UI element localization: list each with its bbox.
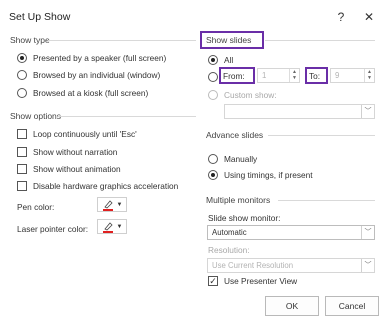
radio-all-slides[interactable]: All [208, 55, 233, 65]
checkbox-indicator[interactable] [17, 181, 27, 191]
chevron-down-icon: ▼ [116, 223, 123, 230]
pen-icon [102, 199, 113, 211]
radio-label: Browsed at a kiosk (full screen) [33, 88, 149, 98]
from-label: From: [223, 71, 245, 81]
from-label-wrap: From: [223, 71, 245, 81]
close-button[interactable]: ✕ [360, 8, 378, 26]
ok-button[interactable]: OK [265, 296, 319, 316]
radio-label: All [224, 55, 234, 65]
show-type-divider [48, 40, 196, 41]
radio-custom-show[interactable]: Custom show: [208, 90, 277, 100]
advance-slides-title: Advance slides [206, 130, 264, 140]
spinner-icon[interactable]: ▲ ▼ [289, 69, 299, 82]
spinner-icon[interactable]: ▲ ▼ [364, 69, 374, 82]
multiple-monitors-title: Multiple monitors [206, 195, 271, 205]
to-label-wrap: To: [309, 71, 320, 81]
pen-color-row: Pen color: [17, 202, 54, 212]
chevron-down-icon: ﹀ [361, 259, 374, 272]
slide-show-monitor-dropdown[interactable]: Automatic ﹀ [207, 225, 375, 240]
checkbox-disable-hw-acceleration[interactable]: Disable hardware graphics acceleration [17, 181, 178, 191]
checkbox-label: Disable hardware graphics acceleration [33, 181, 179, 191]
resolution-dropdown[interactable]: Use Current Resolution ﹀ [207, 258, 375, 273]
checkbox-indicator[interactable] [17, 147, 27, 157]
slide-show-monitor-row: Slide show monitor: [208, 213, 280, 223]
radio-presented-by-speaker[interactable]: Presented by a speaker (full screen) [17, 53, 166, 63]
to-label: To: [309, 71, 321, 81]
laser-color-row: Laser pointer color: [17, 224, 88, 234]
radio-label: Custom show: [224, 90, 277, 100]
laser-color-picker[interactable]: ▼ [97, 219, 127, 234]
checkbox-presenter-view[interactable]: ✓ Use Presenter View [208, 276, 297, 286]
resolution-row: Resolution: [208, 245, 250, 255]
radio-label: Presented by a speaker (full screen) [33, 53, 167, 63]
show-options-title: Show options [10, 111, 62, 121]
resolution-value: Use Current Resolution [212, 261, 294, 270]
checkbox-label: Loop continuously until 'Esc' [33, 129, 137, 139]
radio-browsed-individual[interactable]: Browsed by an individual (window) [17, 70, 160, 80]
pen-icon [102, 221, 113, 233]
from-input[interactable]: 1 ▲ ▼ [257, 68, 300, 83]
show-options-divider [58, 116, 196, 117]
checkbox-label: Show without animation [33, 164, 121, 174]
radio-indicator-on[interactable] [17, 53, 27, 63]
radio-label: Manually [224, 154, 258, 164]
slide-show-monitor-label: Slide show monitor: [208, 213, 281, 223]
checkbox-indicator[interactable] [17, 164, 27, 174]
radio-indicator-on[interactable] [208, 55, 218, 65]
checkbox-indicator[interactable] [17, 129, 27, 139]
resolution-label: Resolution: [208, 245, 250, 255]
show-type-title: Show type [10, 35, 50, 45]
radio-using-timings[interactable]: Using timings, if present [208, 170, 313, 180]
checkmark-icon: ✓ [209, 276, 217, 286]
radio-indicator[interactable] [208, 154, 218, 164]
checkbox-no-animation[interactable]: Show without animation [17, 164, 121, 174]
chevron-down-icon: ﹀ [361, 105, 374, 118]
checkbox-label: Show without narration [33, 147, 118, 157]
radio-browsed-kiosk[interactable]: Browsed at a kiosk (full screen) [17, 88, 148, 98]
cancel-button[interactable]: Cancel [325, 296, 379, 316]
from-value: 1 [262, 71, 267, 80]
pen-color-picker[interactable]: ▼ [97, 197, 127, 212]
radio-indicator-on[interactable] [208, 170, 218, 180]
checkbox-no-narration[interactable]: Show without narration [17, 147, 117, 157]
advance-slides-divider [268, 135, 375, 136]
radio-label: Browsed by an individual (window) [33, 70, 161, 80]
checkbox-label: Use Presenter View [224, 276, 298, 286]
to-value: 9 [335, 71, 340, 80]
custom-show-dropdown[interactable]: ﹀ [224, 104, 375, 119]
radio-manually[interactable]: Manually [208, 154, 257, 164]
laser-color-label: Laser pointer color: [17, 224, 89, 234]
pen-color-label: Pen color: [17, 202, 55, 212]
to-input[interactable]: 9 ▲ ▼ [330, 68, 375, 83]
radio-label: Using timings, if present [224, 170, 313, 180]
show-slides-divider [265, 40, 375, 41]
chevron-down-icon: ﹀ [361, 226, 374, 239]
chevron-down-icon: ▼ [116, 201, 123, 208]
dialog-title: Set Up Show [9, 11, 71, 23]
show-slides-title: Show slides [206, 35, 252, 45]
checkbox-indicator-checked[interactable]: ✓ [208, 276, 218, 286]
monitor-value: Automatic [212, 228, 247, 237]
multiple-monitors-divider [278, 200, 375, 201]
radio-indicator[interactable] [208, 72, 218, 82]
checkbox-loop[interactable]: Loop continuously until 'Esc' [17, 129, 137, 139]
help-button[interactable]: ? [332, 8, 350, 26]
radio-indicator[interactable] [208, 90, 218, 100]
radio-indicator[interactable] [17, 88, 27, 98]
radio-indicator[interactable] [17, 70, 27, 80]
